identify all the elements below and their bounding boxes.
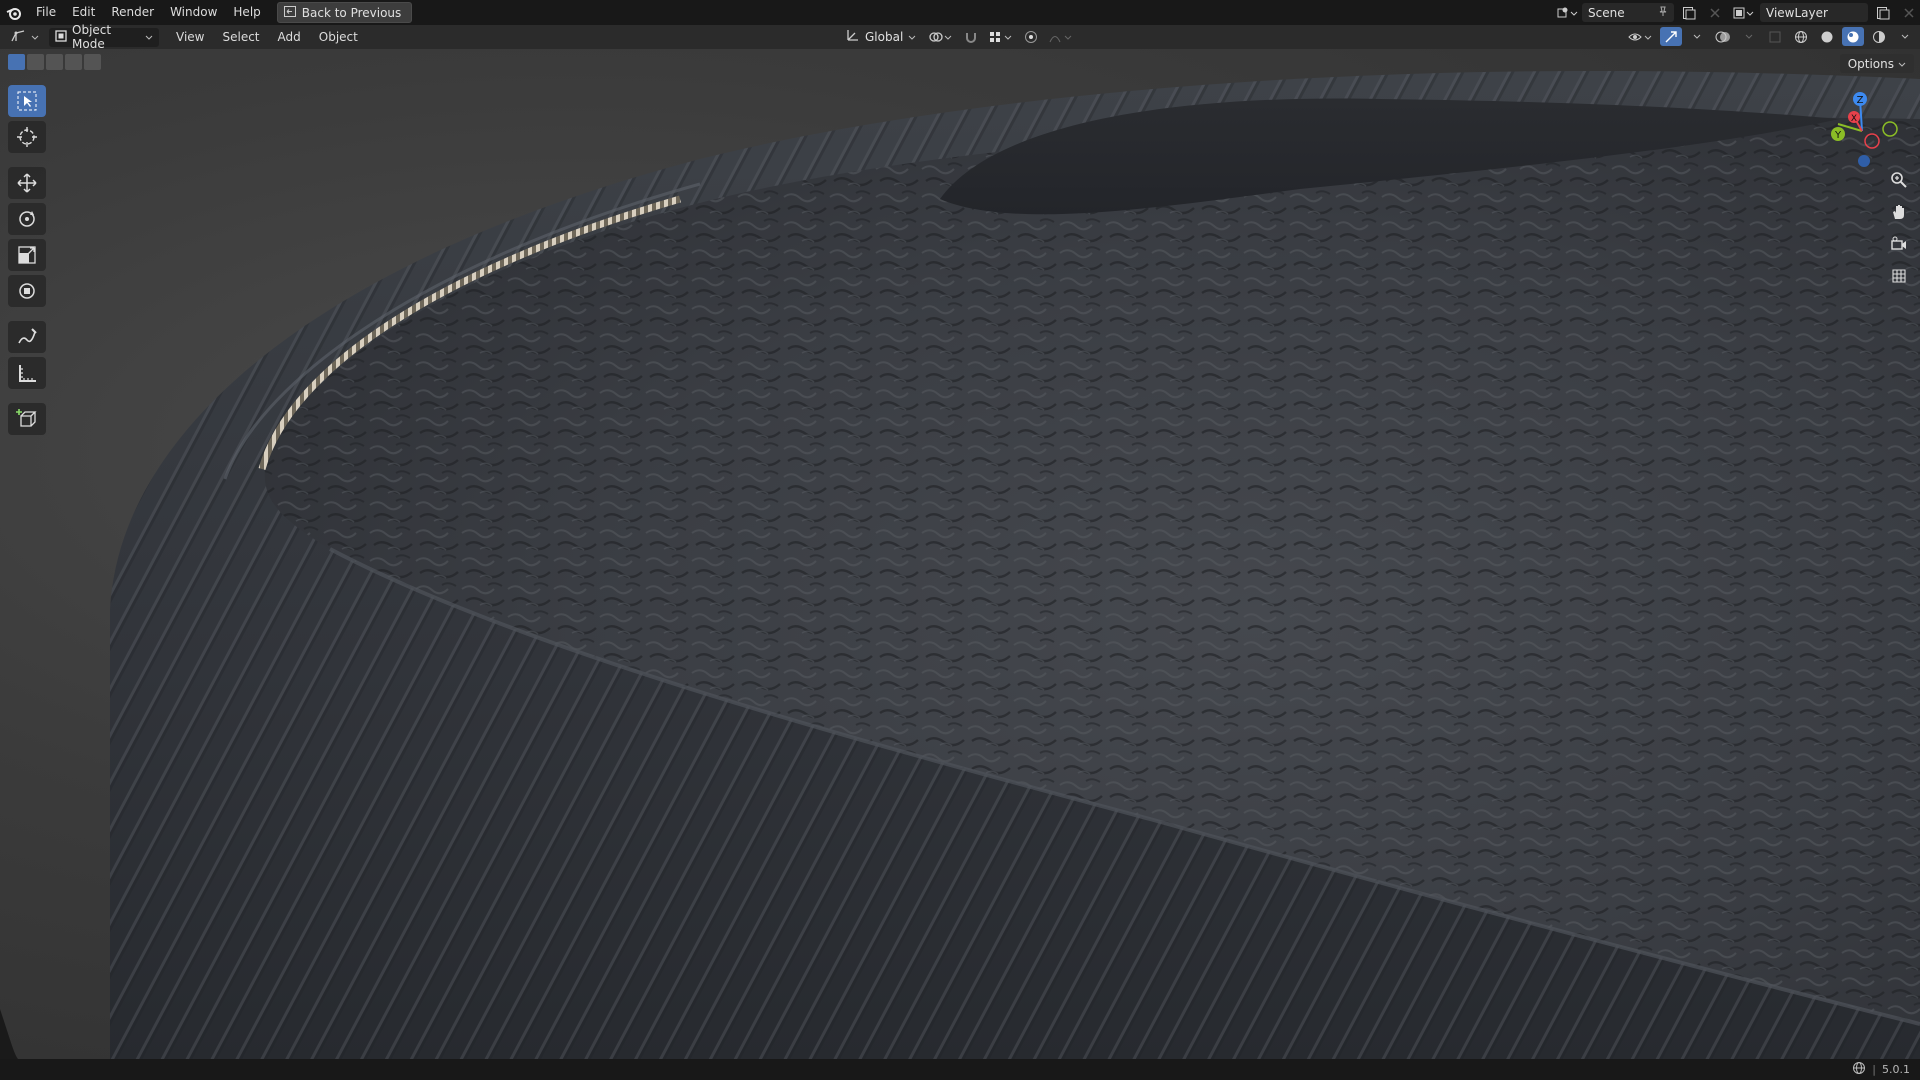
move-icon[interactable]: [8, 167, 46, 199]
menu-window[interactable]: Window: [162, 0, 225, 25]
material-preview-shading-icon[interactable]: [1842, 27, 1864, 46]
pan-hand-icon[interactable]: [1886, 199, 1912, 225]
select-new-icon[interactable]: [8, 54, 25, 70]
top-bar: File Edit Render Window Help Back to Pre…: [0, 0, 1920, 26]
select-box-icon[interactable]: [8, 85, 46, 117]
gizmo-z-label: Z: [1857, 95, 1864, 106]
header-menu-select[interactable]: Select: [213, 30, 268, 44]
version-label: 5.0.1: [1882, 1063, 1910, 1076]
chevron-down-icon: [31, 30, 39, 44]
measure-icon[interactable]: [8, 357, 46, 389]
selection-mode-buttons: [8, 54, 101, 70]
status-bar: | 5.0.1: [0, 1059, 1920, 1080]
navigation-gizmo[interactable]: Z Y X: [1816, 85, 1908, 177]
transform-settings: Global: [836, 27, 1074, 46]
chevron-down-icon[interactable]: [1686, 27, 1708, 46]
delete-view-layer-icon[interactable]: [1898, 3, 1920, 22]
back-to-previous-button[interactable]: Back to Previous: [276, 2, 413, 23]
transform-orientation-dropdown[interactable]: Global: [840, 27, 922, 46]
header-menu-object[interactable]: Object: [310, 30, 367, 44]
chevron-down-icon[interactable]: [1738, 27, 1760, 46]
orientation-icon: [846, 28, 860, 45]
new-scene-icon[interactable]: [1678, 3, 1700, 22]
proportional-editing-icon[interactable]: [1020, 27, 1042, 46]
pin-icon[interactable]: [1658, 6, 1668, 20]
scene-selector-icon[interactable]: [1556, 3, 1578, 22]
select-extend-icon[interactable]: [27, 54, 44, 70]
blender-logo-icon[interactable]: [0, 0, 28, 25]
scene-render: [0, 70, 1920, 1059]
delete-scene-icon[interactable]: [1704, 3, 1726, 22]
status-separator: |: [1872, 1063, 1876, 1076]
mode-label: Object Mode: [72, 23, 112, 51]
perspective-toggle-icon[interactable]: [1886, 263, 1912, 289]
menu-render[interactable]: Render: [103, 0, 162, 25]
back-to-previous-label: Back to Previous: [301, 5, 402, 20]
snap-target-icon[interactable]: [988, 27, 1014, 46]
editor-type-dropdown[interactable]: [4, 28, 45, 47]
wireframe-shading-icon[interactable]: [1790, 27, 1812, 46]
zoom-icon[interactable]: [1886, 167, 1912, 193]
menu-help[interactable]: Help: [225, 0, 268, 25]
gizmo-y-label: Y: [1834, 130, 1842, 141]
chevron-down-icon: [908, 30, 916, 44]
mode-dropdown[interactable]: Object Mode: [49, 23, 159, 51]
snap-toggle-icon[interactable]: [960, 27, 982, 46]
3d-viewport[interactable]: Options Z Y X: [0, 49, 1920, 1059]
overlays-icon[interactable]: [1712, 27, 1734, 46]
viewport-nav-buttons: [1886, 167, 1912, 289]
transform-orientation-label: Global: [865, 29, 904, 44]
view-layer-field[interactable]: ViewLayer: [1760, 3, 1868, 22]
scene-name-field[interactable]: Scene: [1582, 3, 1674, 22]
rendered-shading-icon[interactable]: [1868, 27, 1890, 46]
xray-icon[interactable]: [1764, 27, 1786, 46]
show-gizmo-icon[interactable]: [1660, 27, 1682, 46]
chevron-down-icon: [1898, 57, 1906, 71]
options-dropdown[interactable]: Options: [1839, 54, 1914, 73]
solid-shading-icon[interactable]: [1816, 27, 1838, 46]
options-label: Options: [1847, 56, 1894, 71]
back-icon: [283, 5, 296, 20]
scale-icon[interactable]: [8, 239, 46, 271]
3d-viewport-icon: [10, 29, 26, 46]
select-invert-icon[interactable]: [65, 54, 82, 70]
falloff-icon[interactable]: [1048, 27, 1074, 46]
view-layer-name: ViewLayer: [1766, 5, 1828, 20]
globe-icon: [1852, 1061, 1866, 1078]
pivot-point-icon[interactable]: [928, 27, 954, 46]
header-menu-view[interactable]: View: [167, 30, 213, 44]
scene-name: Scene: [1588, 5, 1625, 20]
header-menu-add[interactable]: Add: [269, 30, 310, 44]
visibility-icon[interactable]: [1626, 27, 1656, 46]
annotate-icon[interactable]: [8, 321, 46, 353]
chevron-down-icon[interactable]: [1894, 27, 1916, 46]
add-cube-icon[interactable]: [8, 403, 46, 435]
menu-edit[interactable]: Edit: [64, 0, 103, 25]
viewport-display-tools: [1626, 27, 1916, 46]
view-layer-selector-icon[interactable]: [1730, 3, 1756, 22]
select-intersect-icon[interactable]: [84, 54, 101, 70]
rotate-icon[interactable]: [8, 203, 46, 235]
transform-icon[interactable]: [8, 275, 46, 307]
gizmo-x-label: X: [1851, 114, 1857, 124]
top-right-area: Scene ViewLayer: [1556, 0, 1920, 25]
new-view-layer-icon[interactable]: [1872, 3, 1894, 22]
menu-file[interactable]: File: [28, 0, 64, 25]
object-mode-icon: [55, 29, 67, 45]
chevron-down-icon: [145, 30, 153, 44]
select-subtract-icon[interactable]: [46, 54, 63, 70]
tool-shelf: [8, 85, 48, 435]
cursor-icon[interactable]: [8, 121, 46, 153]
camera-view-icon[interactable]: [1886, 231, 1912, 257]
viewport-header: Object Mode View Select Add Object Globa…: [0, 23, 1920, 51]
